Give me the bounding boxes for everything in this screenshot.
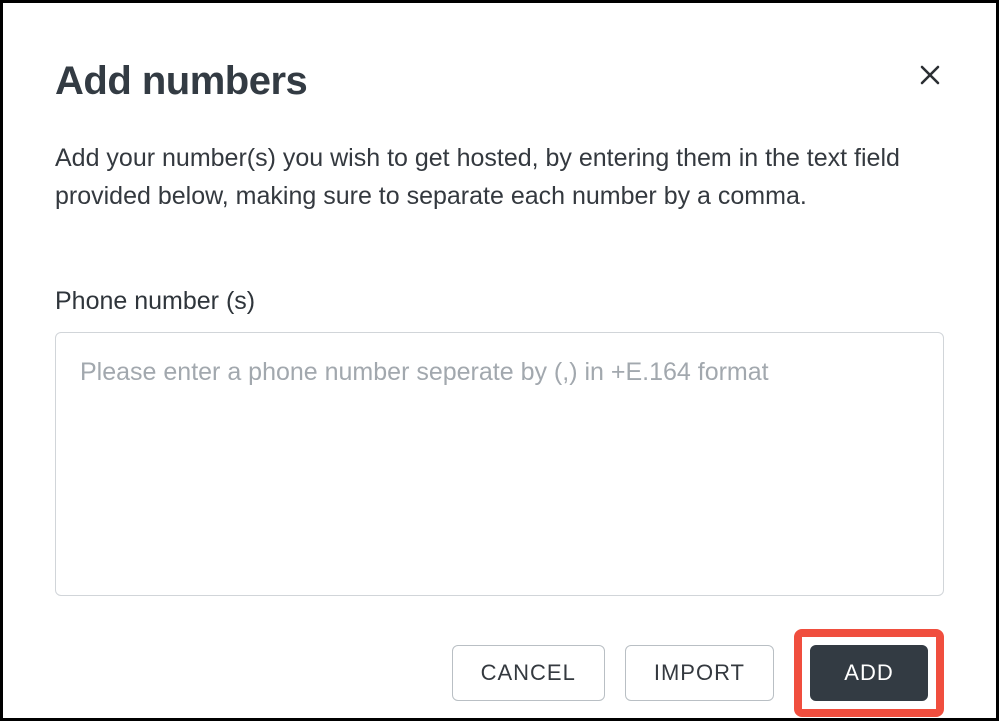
dialog-description: Add your number(s) you wish to get hoste… [55, 140, 944, 215]
add-button[interactable]: ADD [810, 645, 928, 701]
add-button-highlight: ADD [794, 629, 944, 717]
phone-number-label: Phone number (s) [55, 287, 944, 316]
add-numbers-dialog: Add numbers Add your number(s) you wish … [0, 0, 999, 721]
import-button[interactable]: IMPORT [625, 645, 774, 701]
phone-number-input[interactable] [55, 332, 944, 596]
close-icon [918, 63, 942, 87]
dialog-actions: CANCEL IMPORT ADD [55, 629, 944, 717]
cancel-button[interactable]: CANCEL [452, 645, 605, 701]
dialog-header: Add numbers [55, 59, 944, 104]
dialog-title: Add numbers [55, 59, 307, 104]
close-button[interactable] [916, 61, 944, 89]
